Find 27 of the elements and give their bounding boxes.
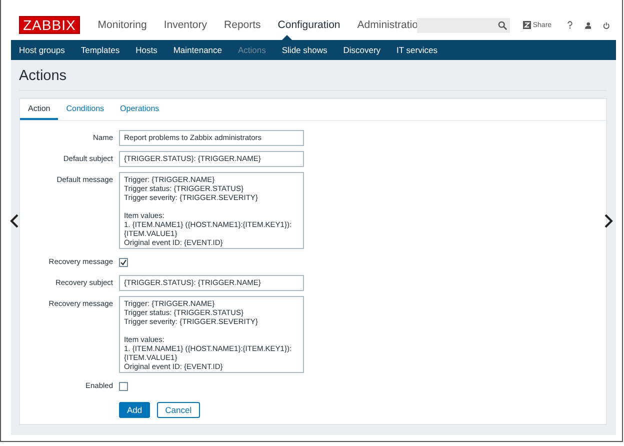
menu-item[interactable]: Monitoring [98, 19, 147, 31]
tab[interactable]: Action [20, 99, 58, 120]
checkbox[interactable] [119, 382, 128, 390]
submenu-item[interactable]: Templates [72, 45, 128, 55]
search-field[interactable] [416, 18, 510, 32]
menu-item[interactable]: Reports [224, 19, 261, 31]
menu-item[interactable]: Inventory [164, 19, 208, 31]
zabbix-icon [522, 21, 531, 29]
submenu-item[interactable]: Host groups [11, 45, 73, 55]
menu-item[interactable]: Administratio [357, 19, 418, 31]
user-icon[interactable] [584, 20, 592, 30]
submenu-item[interactable]: IT services [388, 45, 446, 55]
help-icon[interactable] [566, 20, 573, 30]
submenu-item[interactable]: Slide shows [274, 45, 336, 55]
add-button[interactable]: Add [119, 402, 150, 418]
checkbox[interactable] [119, 258, 128, 266]
tab[interactable]: Conditions [58, 99, 112, 120]
tab[interactable]: Operations [112, 99, 168, 120]
menu-item[interactable]: Configuration [278, 19, 340, 31]
submenu-item[interactable]: Hosts [128, 45, 166, 55]
zabbix-logo[interactable]: ZABBIX [19, 16, 80, 34]
page-title: Actions [19, 60, 607, 91]
search-icon [498, 20, 507, 30]
cancel-button[interactable]: Cancel [157, 402, 200, 418]
submenu-item[interactable]: Maintenance [165, 45, 230, 55]
submenu-item[interactable]: Discovery [335, 45, 389, 55]
power-icon[interactable] [603, 20, 610, 30]
